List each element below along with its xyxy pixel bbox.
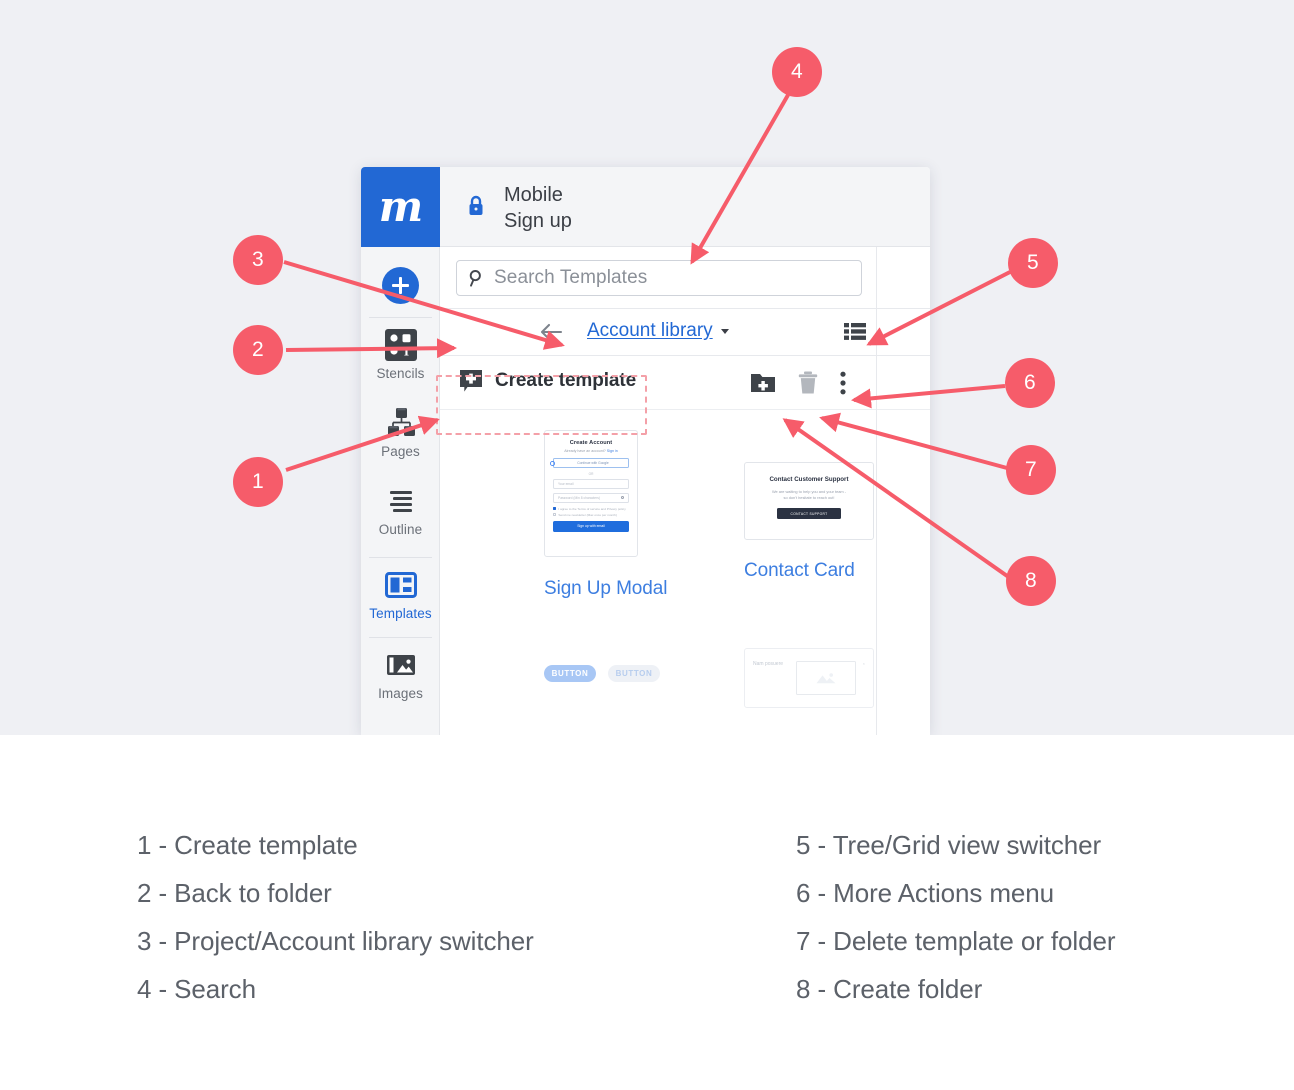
library-switcher[interactable]: Account library [587, 320, 713, 342]
template-card-buttons-partial[interactable]: BUTTON BUTTON [544, 665, 660, 682]
template-card-title: Contact Card [744, 560, 855, 581]
sidebar-item-pages[interactable]: Pages [361, 403, 440, 459]
legend: 1 - Create template 2 - Back to folder 3… [0, 735, 1294, 1090]
outline-icon [361, 481, 440, 521]
sidebar-label-stencils: Stencils [376, 366, 425, 381]
view-switcher-icon[interactable] [844, 322, 866, 341]
mini-submit-button: Sign up with email [553, 520, 629, 532]
create-template-highlight [436, 375, 647, 435]
callout-badge-8: 8 [1006, 556, 1056, 606]
search-placeholder: Search Templates [494, 267, 648, 288]
mini-subtext: Already have an account? Sign in [564, 449, 618, 453]
mini-pill-1: BUTTON [544, 665, 596, 682]
mini-checkbox-terms: I agree to the Terms of service and Priv… [553, 507, 629, 511]
page-title: Mobile Sign up [504, 182, 844, 234]
left-rail: T Stencils Pages Outline Templates Image… [361, 247, 440, 735]
legend-item: 7 - Delete template or folder [796, 926, 1116, 956]
template-thumbnail: Contact Customer Support We are waiting … [744, 462, 874, 540]
action-icons [750, 370, 846, 396]
logo-letter: m [378, 182, 423, 231]
mini-heading: Create Account [569, 440, 613, 446]
callout-badge-7: 7 [1006, 445, 1056, 495]
template-thumbnail: Create Account Already have an account? … [544, 430, 638, 557]
sidebar-item-images[interactable]: Images [361, 645, 440, 701]
mini-email-field: Your email [553, 479, 629, 489]
mini-close-icon: × [862, 661, 865, 666]
search-row: Search Templates [440, 247, 930, 309]
mini-contact-button: CONTACT SUPPORT [777, 508, 841, 519]
sidebar-item-stencils[interactable]: T Stencils [361, 325, 440, 381]
mini-password-field: Password (Min 8 characters) [553, 492, 629, 503]
search-input[interactable]: Search Templates [456, 260, 862, 296]
callout-badge-1: 1 [233, 457, 283, 507]
sidebar-label-images: Images [378, 686, 423, 701]
page-title-line1: Mobile [504, 184, 563, 206]
mini-image-placeholder [795, 661, 856, 695]
mini-checkbox-newsletter: Send me newsletter (Max once per month) [553, 513, 629, 517]
rail-divider [369, 317, 432, 318]
images-icon [361, 645, 440, 685]
add-button[interactable] [382, 267, 419, 304]
app-header: m Mobile Sign up [361, 167, 930, 247]
mini-heading: Contact Customer Support [769, 476, 849, 483]
sidebar-label-outline: Outline [378, 522, 423, 537]
callout-badge-4: 4 [772, 47, 822, 97]
chevron-down-icon[interactable] [721, 329, 729, 334]
lock-icon [466, 194, 486, 218]
folder-plus-icon[interactable] [750, 370, 776, 396]
template-card-title: Sign Up Modal [544, 578, 668, 599]
mini-pill-2: BUTTON [608, 665, 660, 682]
callout-badge-2: 2 [233, 325, 283, 375]
arrow-left-icon[interactable] [539, 321, 563, 343]
legend-item: 8 - Create folder [796, 974, 983, 1004]
pages-icon [361, 403, 440, 443]
legend-column-right: 5 - Tree/Grid view switcher 6 - More Act… [796, 821, 1115, 1013]
screenshot-root: m Mobile Sign up T Stencils Pages Outlin… [0, 0, 1294, 1090]
rail-divider-3 [369, 637, 432, 638]
stencils-icon: T [361, 325, 440, 365]
app-window: m Mobile Sign up T Stencils Pages Outlin… [361, 167, 930, 735]
trash-icon[interactable] [795, 370, 821, 396]
template-card-media-partial[interactable]: Nam posuere × [744, 648, 874, 708]
mini-divider: OR [588, 471, 594, 476]
sidebar-label-pages: Pages [381, 444, 420, 459]
sidebar-item-templates[interactable]: Templates [361, 565, 440, 621]
callout-badge-5: 5 [1008, 238, 1058, 288]
app-logo[interactable]: m [361, 167, 440, 247]
mini-body-2: so don't hesitate to reach out! [783, 495, 835, 500]
more-vertical-icon[interactable] [840, 371, 846, 395]
sidebar-label-templates: Templates [369, 606, 432, 621]
legend-item: 3 - Project/Account library switcher [137, 926, 534, 956]
legend-item: 2 - Back to folder [137, 878, 332, 908]
legend-item: 5 - Tree/Grid view switcher [796, 830, 1102, 860]
template-card-signup[interactable]: Create Account Already have an account? … [544, 430, 667, 600]
legend-item: 1 - Create template [137, 830, 358, 860]
legend-item: 6 - More Actions menu [796, 878, 1055, 908]
breadcrumb: Account library [440, 309, 930, 356]
svg-text:T: T [402, 345, 411, 358]
mini-google-button: Continue with Google [550, 458, 629, 468]
callout-badge-3: 3 [233, 235, 283, 285]
search-icon [468, 269, 486, 287]
rail-divider-2 [369, 557, 432, 558]
page-title-line2: Sign up [504, 210, 572, 232]
template-card-contact[interactable]: Contact Customer Support We are waiting … [744, 462, 874, 582]
legend-column-left: 1 - Create template 2 - Back to folder 3… [137, 821, 534, 1013]
callout-badge-6: 6 [1005, 358, 1055, 408]
mini-text: Nam posuere [753, 661, 784, 667]
legend-item: 4 - Search [137, 974, 256, 1004]
templates-icon [361, 565, 440, 605]
templates-panel: Search Templates Account library Create … [440, 247, 930, 735]
sidebar-item-outline[interactable]: Outline [361, 481, 440, 537]
panel-divider [876, 247, 877, 735]
template-gallery: Create Account Already have an account? … [440, 410, 876, 735]
